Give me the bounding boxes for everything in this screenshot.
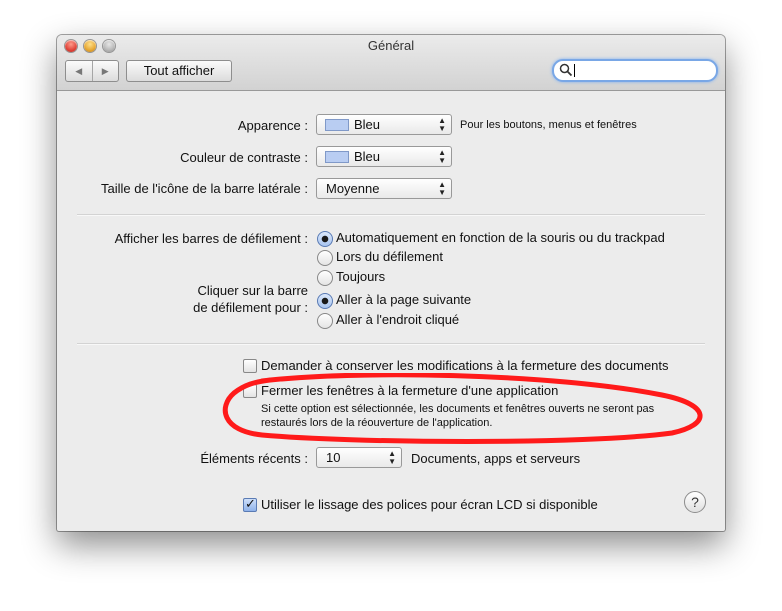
scrollbars-scrolling-radio[interactable] — [317, 250, 333, 266]
click-scrollbar-label-line1: Cliquer sur la barre — [197, 283, 308, 298]
scrollbars-scrolling-label: Lors du défilement — [336, 249, 443, 264]
sidebar-icon-value: Moyenne — [326, 181, 380, 196]
scrollbars-always-radio[interactable] — [317, 270, 333, 286]
scrollbars-auto-radio[interactable] — [317, 231, 333, 247]
appearance-label: Apparence : — [237, 118, 308, 133]
close-windows-checkbox[interactable] — [243, 384, 257, 398]
back-button[interactable]: ◀ — [66, 61, 93, 81]
highlight-popup[interactable]: Bleu ▲ ▼ — [316, 146, 452, 167]
recent-items-suffix: Documents, apps et serveurs — [411, 451, 581, 466]
color-swatch — [325, 119, 349, 131]
popup-arrows-icon: ▲ ▼ — [438, 148, 446, 165]
separator — [77, 343, 705, 345]
appearance-hint: Pour les boutons, menus et fenêtres — [460, 119, 637, 131]
jump-next-page-radio[interactable] — [317, 293, 333, 309]
appearance-value: Bleu — [354, 117, 381, 132]
jump-next-page-label: Aller à la page suivante — [336, 292, 472, 307]
window-title: Général — [367, 38, 415, 53]
help-button[interactable]: ? — [684, 491, 706, 513]
recent-items-label: Éléments récents : — [200, 451, 308, 466]
close-windows-note-line1: Si cette option est sélectionnée, les do… — [261, 403, 655, 415]
nav-segment: ◀ ▶ — [65, 60, 119, 82]
preferences-window: Général ◀ ▶ Tout afficher Apparence : Bl… — [57, 35, 725, 531]
search-icon — [559, 63, 573, 77]
checkmark-icon: ✓ — [245, 496, 256, 511]
titlebar: Général ◀ ▶ Tout afficher — [57, 35, 725, 91]
recent-items-value: 10 — [326, 450, 341, 465]
popup-arrows-icon: ▲ ▼ — [388, 449, 396, 466]
text-caret — [574, 64, 575, 77]
highlight-label: Couleur de contraste : — [180, 150, 308, 165]
popup-arrows-icon: ▲ ▼ — [438, 180, 446, 197]
recent-items-popup[interactable]: 10 ▲ ▼ — [316, 447, 402, 468]
jump-clicked-spot-radio[interactable] — [317, 313, 333, 329]
color-swatch — [325, 151, 349, 163]
click-scrollbar-label-line2: de défilement pour : — [193, 300, 308, 315]
ask-keep-changes-checkbox[interactable] — [243, 359, 257, 373]
scrollbars-auto-label: Automatiquement en fonction de la souris… — [336, 230, 665, 245]
appearance-popup[interactable]: Bleu ▲ ▼ — [316, 114, 452, 135]
lcd-smoothing-label: Utiliser le lissage des polices pour écr… — [261, 497, 598, 512]
scrollbars-label: Afficher les barres de défilement : — [114, 231, 308, 246]
sidebar-icon-popup[interactable]: Moyenne ▲ ▼ — [316, 178, 452, 199]
close-windows-label: Fermer les fenêtres à la fermeture d'une… — [261, 383, 559, 398]
scrollbars-always-label: Toujours — [336, 269, 386, 284]
popup-arrows-icon: ▲ ▼ — [438, 116, 446, 133]
sidebar-icon-label: Taille de l'icône de la barre latérale : — [101, 181, 308, 196]
jump-clicked-spot-label: Aller à l'endroit cliqué — [336, 312, 460, 327]
lcd-smoothing-checkbox[interactable]: ✓ — [243, 496, 257, 512]
highlight-value: Bleu — [354, 149, 381, 164]
show-all-button[interactable]: Tout afficher — [126, 60, 232, 82]
search-input[interactable] — [552, 59, 718, 82]
ask-keep-changes-label: Demander à conserver les modifications à… — [261, 358, 669, 373]
separator — [77, 214, 705, 216]
forward-button[interactable]: ▶ — [93, 61, 119, 81]
close-windows-note-line2: restaurés lors de la réouverture de l'ap… — [261, 417, 493, 429]
